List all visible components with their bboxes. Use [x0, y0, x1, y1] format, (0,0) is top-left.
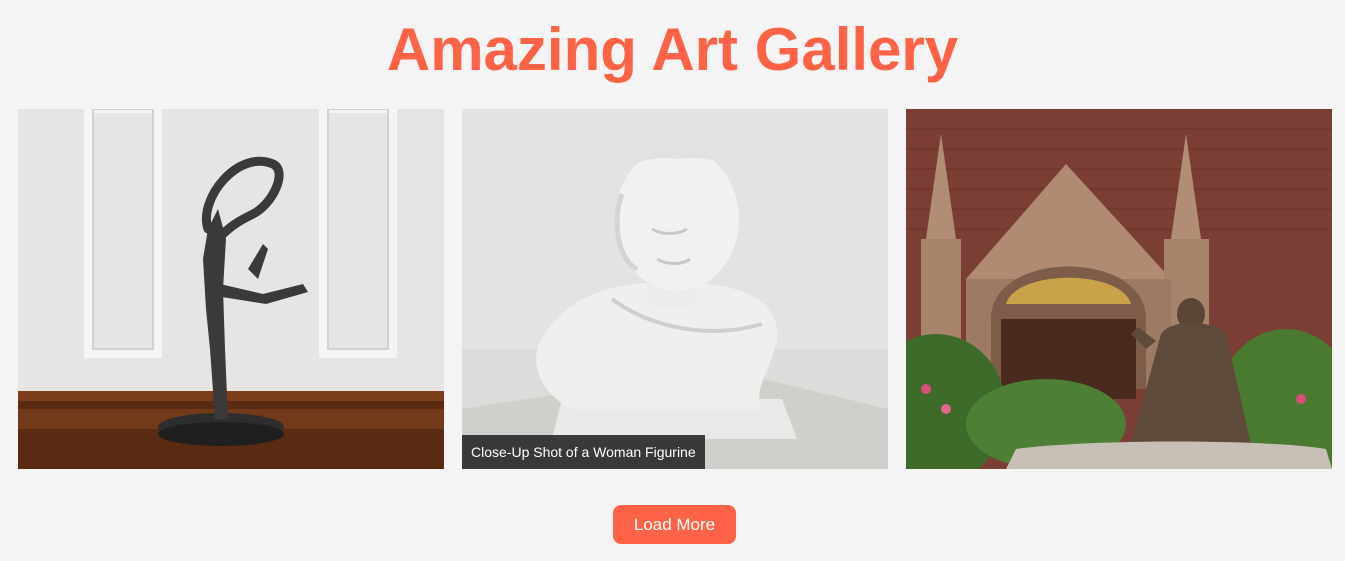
church-statue-image — [906, 109, 1332, 469]
load-more-button[interactable]: Load More — [613, 505, 736, 544]
gallery-item-church-statue[interactable] — [906, 109, 1332, 469]
gallery-item-woman-figurine[interactable]: Close-Up Shot of a Woman Figurine — [462, 109, 888, 469]
gallery-grid: Close-Up Shot of a Woman Figurine — [18, 109, 1332, 469]
image-caption: Close-Up Shot of a Woman Figurine — [462, 435, 705, 469]
page-title: Amazing Art Gallery — [386, 16, 959, 83]
dancer-sculpture-image — [18, 109, 444, 469]
gallery-item-dancer-sculpture[interactable] — [18, 109, 444, 469]
woman-figurine-image — [462, 109, 888, 469]
